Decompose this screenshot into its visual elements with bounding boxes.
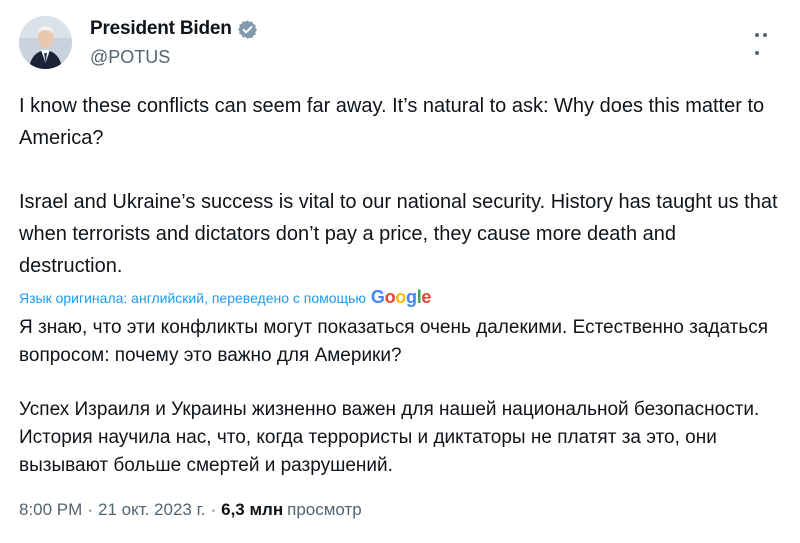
views-count[interactable]: 6,3 млн xyxy=(221,500,283,520)
avatar-photo xyxy=(19,16,72,69)
translation-note[interactable]: Язык оригинала: английский, переведено с… xyxy=(19,287,431,308)
verified-badge-icon[interactable] xyxy=(237,19,258,40)
tweet-paragraph: Israel and Ukraine’s success is vital to… xyxy=(19,191,778,277)
author-name[interactable]: President Biden xyxy=(90,18,232,40)
tweet-paragraph: I know these conflicts can seem far away… xyxy=(19,95,765,149)
more-options-icon[interactable] xyxy=(755,24,777,55)
author-handle[interactable]: @POTUS xyxy=(90,47,170,68)
author-name-row: President Biden xyxy=(90,18,258,40)
tweet-date[interactable]: 21 окт. 2023 г. xyxy=(98,500,205,520)
avatar[interactable] xyxy=(19,16,72,69)
views-label: просмотр xyxy=(287,500,362,519)
tweet-time[interactable]: 8:00 PM xyxy=(19,500,82,520)
meta-separator: · xyxy=(210,500,217,519)
translated-paragraph: Я знаю, что эти конфликты могут показать… xyxy=(19,317,769,366)
translation-note-text: Язык оригинала: английский, переведено с… xyxy=(19,289,366,306)
tweet-meta: 8:00 PM · 21 окт. 2023 г. · 6,3 млн прос… xyxy=(19,500,362,520)
meta-separator: · xyxy=(87,500,93,519)
google-logo: Google xyxy=(370,287,432,307)
tweet-header: President Biden @POTUS xyxy=(19,14,789,70)
translated-paragraph: Успех Израиля и Украины жизненно важен д… xyxy=(19,399,760,476)
